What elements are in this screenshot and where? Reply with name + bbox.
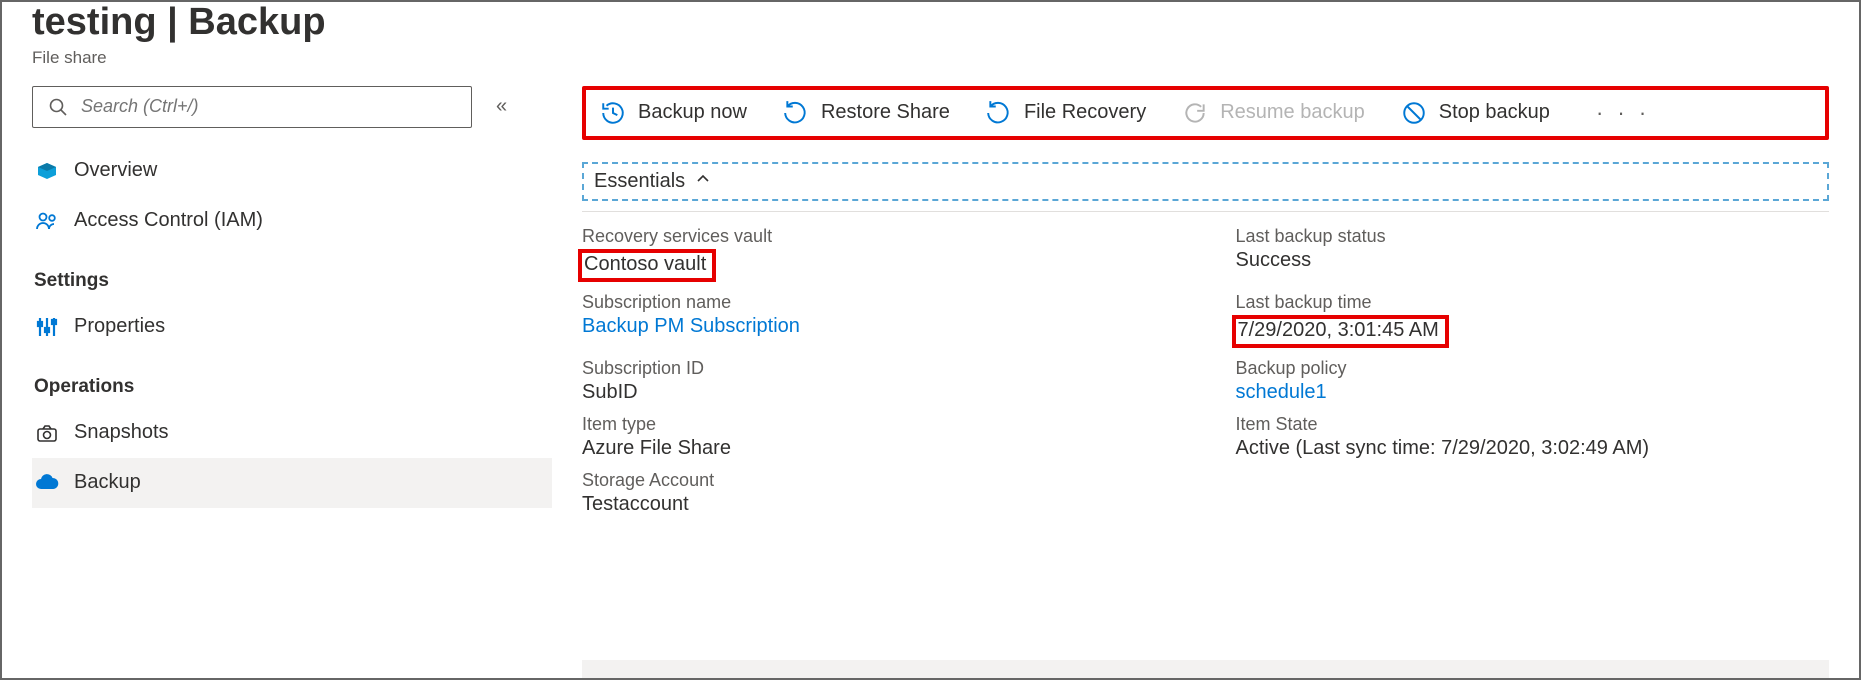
cube-icon	[34, 158, 60, 184]
item-state-label: Item State	[1236, 414, 1830, 435]
search-box[interactable]	[32, 86, 472, 128]
file-recovery-button[interactable]: File Recovery	[986, 100, 1146, 126]
sidebar-item-label: Properties	[74, 315, 165, 338]
chevron-up-icon	[695, 170, 711, 193]
backup-policy-value[interactable]: schedule1	[1236, 381, 1830, 404]
sidebar-item-overview[interactable]: Overview	[32, 146, 552, 196]
subscription-id-value: SubID	[582, 381, 1176, 404]
subscription-name-label: Subscription name	[582, 292, 1176, 313]
undo-icon	[986, 100, 1012, 126]
people-icon	[34, 208, 60, 234]
sidebar-item-access-control[interactable]: Access Control (IAM)	[32, 196, 552, 246]
sidebar: « Overview Access Control (IAM) Settings	[32, 86, 552, 678]
item-type-value: Azure File Share	[582, 437, 1176, 460]
search-icon	[45, 94, 71, 120]
toolbar-label: Stop backup	[1439, 101, 1550, 124]
sidebar-item-label: Overview	[74, 159, 157, 182]
toolbar-label: File Recovery	[1024, 101, 1146, 124]
resume-backup-button: Resume backup	[1182, 100, 1365, 126]
sidebar-item-backup[interactable]: Backup	[32, 458, 552, 508]
item-state-value: Active (Last sync time: 7/29/2020, 3:02:…	[1236, 437, 1830, 460]
stop-icon	[1401, 100, 1427, 126]
last-backup-status-label: Last backup status	[1236, 226, 1830, 247]
toolbar: Backup now Restore Share File Recovery	[582, 86, 1829, 140]
stop-backup-button[interactable]: Stop backup	[1401, 100, 1550, 126]
sidebar-item-properties[interactable]: Properties	[32, 302, 552, 352]
sidebar-item-label: Access Control (IAM)	[74, 209, 263, 232]
divider	[582, 211, 1829, 212]
more-actions-button[interactable]: · · ·	[1596, 100, 1650, 126]
sidebar-item-label: Snapshots	[74, 421, 169, 444]
undo-icon	[783, 100, 809, 126]
toolbar-label: Restore Share	[821, 101, 950, 124]
subscription-id-label: Subscription ID	[582, 358, 1176, 379]
last-backup-status-value: Success	[1236, 249, 1830, 272]
backup-now-button[interactable]: Backup now	[600, 100, 747, 126]
footer-area	[582, 660, 1829, 678]
backup-policy-label: Backup policy	[1236, 358, 1830, 379]
essentials-label: Essentials	[594, 170, 685, 193]
essentials-grid: Recovery services vault Contoso vault La…	[582, 226, 1829, 516]
main-panel: Backup now Restore Share File Recovery	[552, 86, 1829, 678]
sidebar-item-snapshots[interactable]: Snapshots	[32, 408, 552, 458]
item-type-label: Item type	[582, 414, 1176, 435]
page-title: testing | Backup	[32, 2, 1829, 44]
backup-now-icon	[600, 100, 626, 126]
last-backup-time-value: 7/29/2020, 3:01:45 AM	[1232, 315, 1449, 348]
restore-share-button[interactable]: Restore Share	[783, 100, 950, 126]
essentials-toggle[interactable]: Essentials	[582, 162, 1829, 201]
page-subtitle: File share	[32, 48, 1829, 68]
sidebar-section-settings: Settings	[32, 246, 552, 302]
storage-account-label: Storage Account	[582, 470, 1176, 491]
sidebar-item-label: Backup	[74, 471, 141, 494]
last-backup-time-label: Last backup time	[1236, 292, 1830, 313]
recovery-vault-label: Recovery services vault	[582, 226, 1176, 247]
toolbar-label: Backup now	[638, 101, 747, 124]
recovery-vault-value[interactable]: Contoso vault	[578, 249, 716, 282]
storage-account-value: Testaccount	[582, 493, 1176, 516]
camera-icon	[34, 420, 60, 446]
subscription-name-value[interactable]: Backup PM Subscription	[582, 315, 1176, 338]
cloud-backup-icon	[34, 470, 60, 496]
toolbar-label: Resume backup	[1220, 101, 1365, 124]
collapse-sidebar-icon[interactable]: «	[490, 89, 513, 124]
sidebar-section-operations: Operations	[32, 352, 552, 408]
sliders-icon	[34, 314, 60, 340]
search-input[interactable]	[81, 96, 459, 117]
refresh-icon	[1182, 100, 1208, 126]
